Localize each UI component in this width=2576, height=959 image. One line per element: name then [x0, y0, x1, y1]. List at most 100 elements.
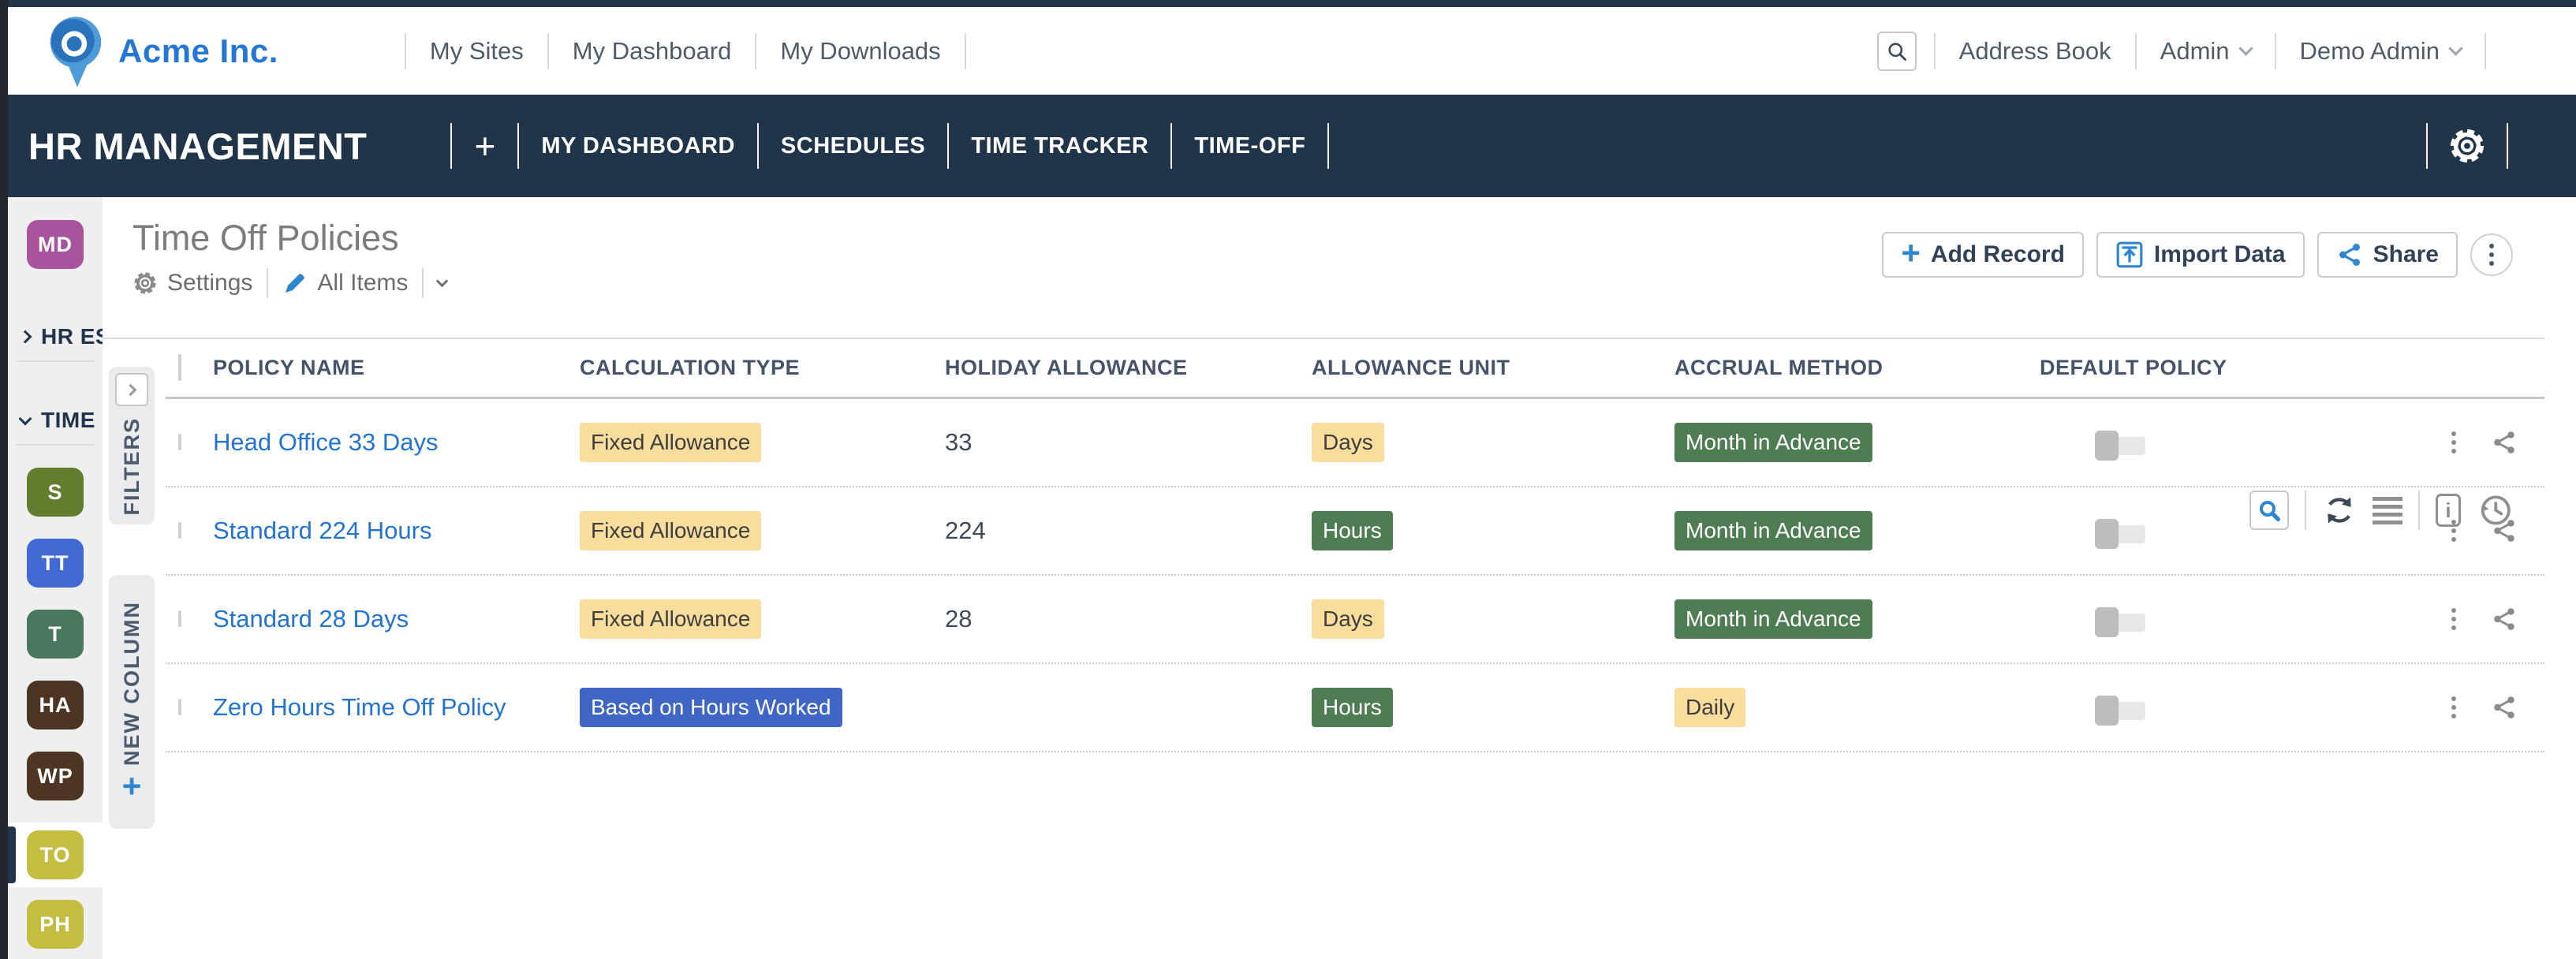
search-icon: [1886, 40, 1908, 62]
divider: [16, 360, 95, 362]
share-button[interactable]: Share: [2317, 232, 2458, 278]
calculation-type-badge: Fixed Allowance: [580, 423, 761, 462]
sidebar-item-wp[interactable]: WP: [8, 752, 103, 800]
accrual-method-badge: Month in Advance: [1674, 599, 1872, 639]
settings-link[interactable]: Settings: [133, 270, 252, 297]
app-avatar[interactable]: S: [27, 468, 84, 517]
column-header-calculation-type[interactable]: CALCULATION TYPE: [580, 356, 945, 380]
sidebar-item-ph[interactable]: PH: [8, 900, 103, 949]
view-dropdown-chevron-icon[interactable]: [436, 275, 449, 288]
app-avatar[interactable]: TT: [27, 539, 84, 588]
column-header-default-policy[interactable]: DEFAULT POLICY: [2040, 356, 2398, 380]
sidebar-section-hr-essentials[interactable]: HR ES: [8, 324, 103, 349]
app-avatar[interactable]: WP: [27, 752, 84, 800]
brand[interactable]: Acme Inc.: [47, 13, 278, 89]
sidebar-section-time[interactable]: TIME: [8, 408, 103, 433]
tab-time-tracker[interactable]: TIME TRACKER: [949, 133, 1170, 159]
page-actions: + Add Record Import Data: [1882, 232, 2513, 278]
separator: [1327, 123, 1329, 169]
row-share-icon[interactable]: [2491, 606, 2518, 632]
admin-menu-label: Admin: [2160, 37, 2230, 65]
sidebar-item-s[interactable]: S: [8, 468, 103, 517]
view-selector[interactable]: All Items: [282, 270, 408, 297]
policy-name-link[interactable]: Standard 28 Days: [213, 605, 409, 632]
brand-name: Acme Inc.: [118, 32, 278, 70]
policy-name-link[interactable]: Head Office 33 Days: [213, 428, 438, 456]
policy-name-link[interactable]: Zero Hours Time Off Policy: [213, 693, 506, 721]
more-options-button[interactable]: [2470, 233, 2513, 276]
separator: [267, 268, 268, 298]
separator: [2485, 33, 2486, 69]
calculation-type-badge: Fixed Allowance: [580, 511, 761, 550]
chevron-right-icon: [19, 330, 32, 344]
row-share-icon[interactable]: [2491, 694, 2518, 721]
accrual-method-badge: Daily: [1674, 688, 1745, 727]
policy-name-link[interactable]: Standard 224 Hours: [213, 517, 431, 544]
row-menu-icon[interactable]: [2451, 520, 2456, 542]
profile-avatar[interactable]: MD: [27, 220, 84, 269]
row-share-icon[interactable]: [2491, 429, 2518, 456]
row-menu-icon[interactable]: [2451, 608, 2456, 630]
app-title: HR MANAGEMENT: [28, 125, 367, 168]
content-area: FILTERS NEW COLUMN + POLICY NAME CALCULA…: [103, 338, 2544, 959]
add-record-button[interactable]: + Add Record: [1882, 232, 2084, 278]
filters-panel-tab[interactable]: FILTERS: [109, 367, 155, 524]
user-menu-label: Demo Admin: [2300, 37, 2440, 65]
app-avatar[interactable]: T: [27, 610, 84, 659]
row-share-icon[interactable]: [2491, 517, 2518, 544]
column-header-allowance-unit[interactable]: ALLOWANCE UNIT: [1312, 356, 1674, 380]
global-search-button[interactable]: [1877, 32, 1917, 71]
side-rail: FILTERS NEW COLUMN +: [103, 339, 166, 959]
sidebar-item-to-selected[interactable]: TO: [8, 823, 103, 887]
column-header-accrual-method[interactable]: ACCRUAL METHOD: [1674, 356, 2040, 380]
row-checkbox[interactable]: [178, 522, 181, 539]
row-checkbox[interactable]: [178, 610, 181, 627]
window-edge: [0, 0, 8, 959]
expand-filters-button[interactable]: [115, 373, 148, 406]
tab-my-dashboard[interactable]: MY DASHBOARD: [519, 133, 757, 159]
add-tab-button[interactable]: +: [452, 128, 517, 164]
import-icon: [2115, 241, 2144, 269]
holiday-allowance-value: 33: [945, 428, 972, 456]
app-avatar[interactable]: TO: [27, 830, 84, 879]
column-header-policy-name[interactable]: POLICY NAME: [213, 356, 580, 380]
allowance-unit-badge: Days: [1312, 599, 1384, 639]
calculation-type-badge: Based on Hours Worked: [580, 688, 842, 727]
address-book-label: Address Book: [1959, 37, 2111, 65]
tab-time-off[interactable]: TIME-OFF: [1172, 133, 1327, 159]
header-checkbox-cell: [166, 356, 213, 380]
app-avatar[interactable]: HA: [27, 681, 84, 730]
divider: [16, 444, 95, 446]
row-checkbox[interactable]: [178, 699, 181, 715]
add-record-label: Add Record: [1931, 241, 2065, 268]
nav-my-sites[interactable]: My Sites: [406, 37, 547, 65]
new-column-tab[interactable]: NEW COLUMN +: [109, 575, 155, 829]
separator: [422, 268, 424, 298]
select-all-checkbox[interactable]: [178, 354, 181, 381]
sidebar-item-ha[interactable]: HA: [8, 681, 103, 730]
import-data-button[interactable]: Import Data: [2096, 232, 2305, 278]
separator: [2507, 123, 2508, 169]
app-avatar[interactable]: PH: [27, 900, 84, 949]
tab-schedules[interactable]: SCHEDULES: [759, 133, 947, 159]
sidebar-item-t[interactable]: T: [8, 610, 103, 659]
chevron-right-icon: [124, 383, 136, 396]
separator: [1934, 33, 1936, 69]
separator: [965, 33, 966, 69]
table-row: Zero Hours Time Off Policy Based on Hour…: [166, 664, 2544, 752]
table-row: Standard 28 Days Fixed Allowance 28 Days…: [166, 576, 2544, 664]
user-menu[interactable]: Demo Admin: [2294, 37, 2467, 65]
sidebar-item-tt[interactable]: TT: [8, 539, 103, 588]
column-header-holiday-allowance[interactable]: HOLIDAY ALLOWANCE: [945, 356, 1312, 380]
nav-my-dashboard[interactable]: My Dashboard: [549, 37, 756, 65]
row-menu-icon[interactable]: [2451, 431, 2456, 453]
allowance-unit-badge: Days: [1312, 423, 1384, 462]
row-menu-icon[interactable]: [2451, 696, 2456, 718]
admin-menu[interactable]: Admin: [2154, 37, 2257, 65]
app-settings-gear-icon[interactable]: [2448, 127, 2486, 165]
row-checkbox[interactable]: [178, 434, 181, 450]
address-book-link[interactable]: Address Book: [1953, 37, 2118, 65]
share-icon: [2336, 241, 2363, 268]
nav-my-downloads[interactable]: My Downloads: [756, 37, 964, 65]
pencil-icon: [282, 271, 308, 296]
